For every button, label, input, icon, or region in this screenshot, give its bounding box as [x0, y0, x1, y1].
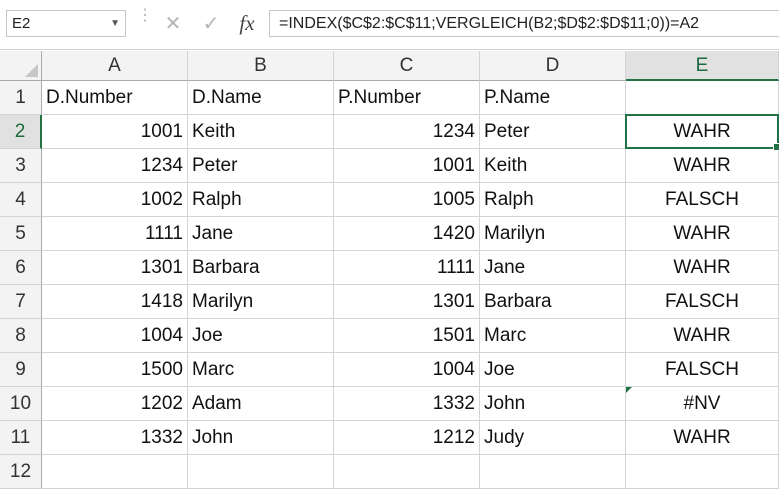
cell-b8[interactable]: Joe: [188, 319, 334, 353]
cell-e1[interactable]: [626, 81, 779, 115]
cell-a1[interactable]: D.Number: [42, 81, 188, 115]
cell-e4[interactable]: FALSCH: [626, 183, 779, 217]
row-header-6[interactable]: 6: [0, 251, 42, 285]
column-header-d[interactable]: D: [480, 51, 626, 81]
cell-c8[interactable]: 1501: [334, 319, 480, 353]
cell-a9[interactable]: 1500: [42, 353, 188, 387]
cell-c3[interactable]: 1001: [334, 149, 480, 183]
cell-c5[interactable]: 1420: [334, 217, 480, 251]
cell-d5[interactable]: Marilyn: [480, 217, 626, 251]
cell-b11[interactable]: John: [188, 421, 334, 455]
column-header-a[interactable]: A: [42, 51, 188, 81]
row-header-10[interactable]: 10: [0, 387, 42, 421]
cell-e5[interactable]: WAHR: [626, 217, 779, 251]
cell-b5[interactable]: Jane: [188, 217, 334, 251]
cell-a4[interactable]: 1002: [42, 183, 188, 217]
row-header-3[interactable]: 3: [0, 149, 42, 183]
cell-d3[interactable]: Keith: [480, 149, 626, 183]
formula-bar: E2 ▼ ⋮ ✕ ✓ fx =INDEX($C$2:$C$11;VERGLEIC…: [0, 0, 779, 50]
cell-a12[interactable]: [42, 455, 188, 489]
cell-d11[interactable]: Judy: [480, 421, 626, 455]
cell-a6[interactable]: 1301: [42, 251, 188, 285]
cell-d8[interactable]: Marc: [480, 319, 626, 353]
cell-e10[interactable]: #NV: [626, 387, 779, 421]
cell-b3[interactable]: Peter: [188, 149, 334, 183]
cell-e11[interactable]: WAHR: [626, 421, 779, 455]
cell-c12[interactable]: [334, 455, 480, 489]
cell-e9[interactable]: FALSCH: [626, 353, 779, 387]
name-box[interactable]: E2 ▼: [6, 10, 126, 37]
cell-c6[interactable]: 1111: [334, 251, 480, 285]
row-header-2[interactable]: 2: [0, 115, 42, 149]
row-header-11[interactable]: 11: [0, 421, 42, 455]
select-all-button[interactable]: [0, 51, 42, 81]
cell-d9[interactable]: Joe: [480, 353, 626, 387]
cell-c10[interactable]: 1332: [334, 387, 480, 421]
formula-input[interactable]: =INDEX($C$2:$C$11;VERGLEICH(B2;$D$2:$D$1…: [269, 10, 779, 37]
cell-d6[interactable]: Jane: [480, 251, 626, 285]
cell-c4[interactable]: 1005: [334, 183, 480, 217]
name-box-value: E2: [12, 15, 31, 32]
cell-d10[interactable]: John: [480, 387, 626, 421]
cell-a2[interactable]: 1001: [42, 115, 188, 149]
cell-e7[interactable]: FALSCH: [626, 285, 779, 319]
cell-a11[interactable]: 1332: [42, 421, 188, 455]
cell-e2[interactable]: WAHR: [626, 115, 779, 149]
cell-d7[interactable]: Barbara: [480, 285, 626, 319]
cell-a10[interactable]: 1202: [42, 387, 188, 421]
cell-e12[interactable]: [626, 455, 779, 489]
column-header-e[interactable]: E: [626, 51, 779, 81]
formula-bar-grip[interactable]: ⋮: [137, 8, 153, 24]
cell-b4[interactable]: Ralph: [188, 183, 334, 217]
cell-e6[interactable]: WAHR: [626, 251, 779, 285]
row-header-5[interactable]: 5: [0, 217, 42, 251]
cell-b9[interactable]: Marc: [188, 353, 334, 387]
cell-b2[interactable]: Keith: [188, 115, 334, 149]
cell-c11[interactable]: 1212: [334, 421, 480, 455]
cell-d12[interactable]: [480, 455, 626, 489]
cancel-icon[interactable]: ✕: [158, 10, 188, 37]
cell-b6[interactable]: Barbara: [188, 251, 334, 285]
column-header-b[interactable]: B: [188, 51, 334, 81]
fx-icon[interactable]: fx: [232, 10, 262, 37]
column-header-c[interactable]: C: [334, 51, 480, 81]
cell-b10[interactable]: Adam: [188, 387, 334, 421]
cell-c2[interactable]: 1234: [334, 115, 480, 149]
row-header-4[interactable]: 4: [0, 183, 42, 217]
cell-e3[interactable]: WAHR: [626, 149, 779, 183]
row-header-1[interactable]: 1: [0, 81, 42, 115]
cell-b12[interactable]: [188, 455, 334, 489]
cell-e8[interactable]: WAHR: [626, 319, 779, 353]
row-header-9[interactable]: 9: [0, 353, 42, 387]
cell-c1[interactable]: P.Number: [334, 81, 480, 115]
cell-a3[interactable]: 1234: [42, 149, 188, 183]
cell-d4[interactable]: Ralph: [480, 183, 626, 217]
cell-c9[interactable]: 1004: [334, 353, 480, 387]
row-header-12[interactable]: 12: [0, 455, 42, 489]
cell-b7[interactable]: Marilyn: [188, 285, 334, 319]
cell-a8[interactable]: 1004: [42, 319, 188, 353]
cell-d1[interactable]: P.Name: [480, 81, 626, 115]
cell-b1[interactable]: D.Name: [188, 81, 334, 115]
row-header-7[interactable]: 7: [0, 285, 42, 319]
chevron-down-icon[interactable]: ▼: [110, 11, 120, 36]
checkmark-icon[interactable]: ✓: [196, 10, 226, 37]
error-indicator-icon[interactable]: [626, 387, 632, 393]
row-header-8[interactable]: 8: [0, 319, 42, 353]
cell-a5[interactable]: 1111: [42, 217, 188, 251]
cell-a7[interactable]: 1418: [42, 285, 188, 319]
cell-d2[interactable]: Peter: [480, 115, 626, 149]
cell-c7[interactable]: 1301: [334, 285, 480, 319]
